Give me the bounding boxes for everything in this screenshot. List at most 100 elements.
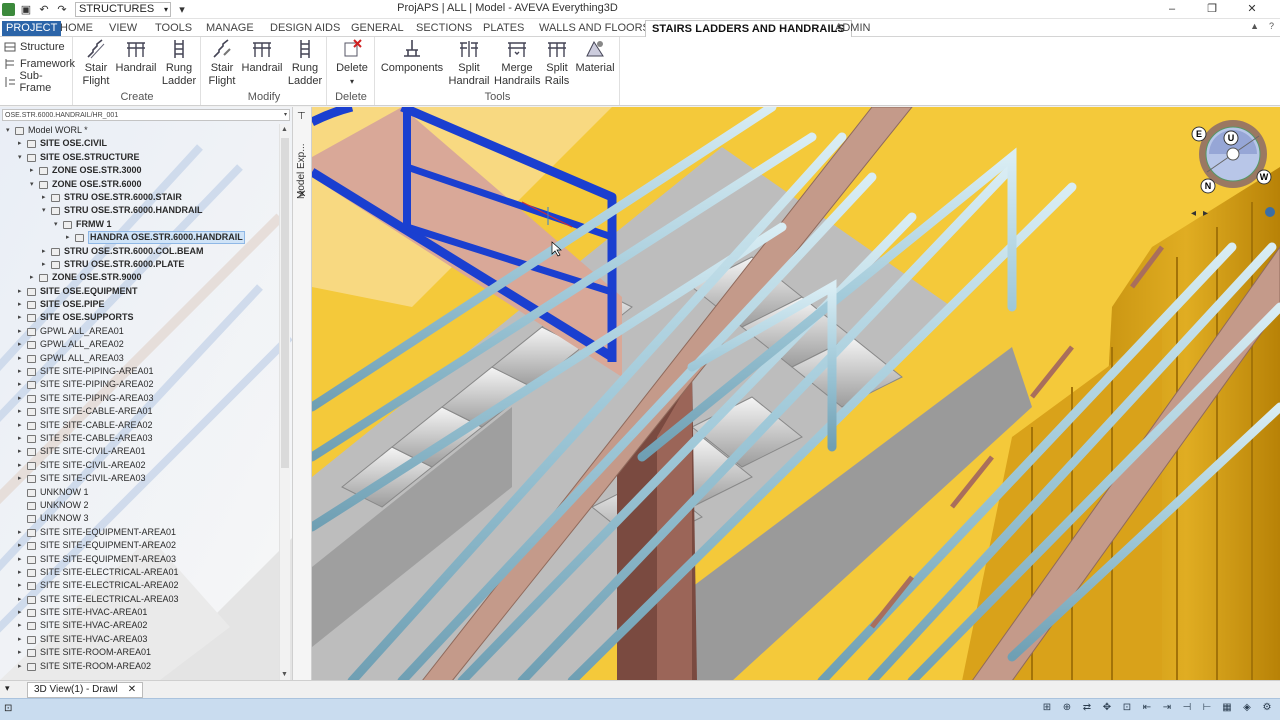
tab-view[interactable]: VIEW bbox=[103, 20, 143, 37]
measure-icon[interactable]: ⊣ bbox=[1180, 702, 1194, 716]
minimize-button[interactable]: – bbox=[1152, 1, 1192, 17]
3d-scene[interactable] bbox=[312, 107, 1280, 681]
modify-handrail-button[interactable]: Handrail bbox=[240, 38, 284, 75]
components-button[interactable]: Components bbox=[380, 38, 444, 75]
delete-dropdown-icon[interactable]: ▾ bbox=[350, 77, 354, 86]
collapse-arrow-icon[interactable]: ▸ bbox=[42, 258, 46, 271]
tree-node[interactable]: UNKNOW 2 bbox=[0, 499, 280, 512]
collapse-arrow-icon[interactable]: ▸ bbox=[66, 231, 70, 244]
help-icon[interactable]: ? bbox=[1269, 21, 1274, 31]
tree-node[interactable]: ▸ SITE SITE-ELECTRICAL-AREA03 bbox=[0, 593, 280, 606]
current-element-combo[interactable]: OSE.STR.6000.HANDRAIL/HR_001 ▾ bbox=[2, 109, 290, 121]
collapse-arrow-icon[interactable]: ▸ bbox=[18, 445, 22, 458]
collapse-arrow-icon[interactable]: ▸ bbox=[18, 660, 22, 673]
tab-admin[interactable]: ADMIN bbox=[829, 20, 876, 37]
minimize-ribbon-icon[interactable]: ▲ bbox=[1250, 21, 1259, 31]
expand-arrow-icon[interactable]: ▾ bbox=[42, 204, 46, 217]
tree-node[interactable]: ▾ FRMW 1 bbox=[0, 218, 280, 231]
settings-icon[interactable]: ⚙ bbox=[1260, 702, 1274, 716]
subframe-button[interactable]: Sub-Frame bbox=[4, 70, 72, 94]
tree-node[interactable]: UNKNOW 3 bbox=[0, 512, 280, 525]
tree-node[interactable]: ▸ GPWL ALL_AREA01 bbox=[0, 325, 280, 338]
scroll-thumb[interactable] bbox=[281, 138, 289, 468]
tab-home[interactable]: HOME bbox=[54, 20, 99, 37]
modify-rung-ladder-button[interactable]: Rung Ladder bbox=[286, 38, 324, 88]
collapse-arrow-icon[interactable]: ▸ bbox=[42, 245, 46, 258]
collapse-arrow-icon[interactable]: ▸ bbox=[18, 526, 22, 539]
expand-arrow-icon[interactable]: ▾ bbox=[6, 124, 10, 137]
tree-node[interactable]: ▸ STRU OSE.STR.6000.STAIR bbox=[0, 191, 280, 204]
viewcube-menu-icon[interactable] bbox=[1265, 207, 1275, 217]
material-button[interactable]: Material bbox=[573, 38, 617, 75]
collapse-arrow-icon[interactable]: ▸ bbox=[18, 405, 22, 418]
tree-node[interactable]: ▸ SITE OSE.EQUIPMENT bbox=[0, 285, 280, 298]
tree-node[interactable]: ▸ SITE SITE-CIVIL-AREA01 bbox=[0, 445, 280, 458]
tree-node[interactable]: ▸ SITE SITE-ROOM-AREA01 bbox=[0, 646, 280, 659]
tab-plates[interactable]: PLATES bbox=[477, 20, 530, 37]
viewcube-w-label[interactable]: W bbox=[1260, 172, 1269, 182]
create-handrail-button[interactable]: Handrail bbox=[114, 38, 158, 75]
tree-node[interactable]: ▸ SITE SITE-EQUIPMENT-AREA01 bbox=[0, 526, 280, 539]
collapse-arrow-icon[interactable]: ▸ bbox=[18, 633, 22, 646]
select-icon[interactable]: ⊞ bbox=[1040, 702, 1054, 716]
clip-icon[interactable]: ⊡ bbox=[1120, 702, 1134, 716]
collapse-arrow-icon[interactable]: ▸ bbox=[30, 164, 34, 177]
grid-icon[interactable]: ▦ bbox=[1220, 702, 1234, 716]
tree-node[interactable]: ▸ SITE SITE-ELECTRICAL-AREA02 bbox=[0, 579, 280, 592]
collapse-arrow-icon[interactable]: ▸ bbox=[18, 419, 22, 432]
expand-arrow-icon[interactable]: ▾ bbox=[54, 218, 58, 231]
tree-node[interactable]: ▾ ZONE OSE.STR.6000 bbox=[0, 178, 280, 191]
tree-node[interactable]: ▸ SITE OSE.PIPE bbox=[0, 298, 280, 311]
merge-handrails-button[interactable]: Merge Handrails bbox=[494, 38, 540, 88]
tree-node[interactable]: ▾ Model WORL * bbox=[0, 124, 280, 137]
tree-node[interactable]: ▸ SITE SITE-PIPING-AREA01 bbox=[0, 365, 280, 378]
tree-node[interactable]: ▸ GPWL ALL_AREA03 bbox=[0, 352, 280, 365]
collapse-arrow-icon[interactable]: ▸ bbox=[18, 619, 22, 632]
scroll-down-icon[interactable]: ▼ bbox=[281, 671, 288, 678]
collapse-arrow-icon[interactable]: ▸ bbox=[18, 352, 22, 365]
collapse-arrow-icon[interactable]: ▸ bbox=[30, 271, 34, 284]
3d-viewport[interactable]: E U N W ◂ ▸ bbox=[312, 107, 1280, 681]
collapse-arrow-icon[interactable]: ▸ bbox=[18, 459, 22, 472]
tree-node[interactable]: ▸ SITE SITE-CABLE-AREA03 bbox=[0, 432, 280, 445]
tree-node[interactable]: ▸ SITE OSE.CIVIL bbox=[0, 137, 280, 150]
tab-walls-and-floors[interactable]: WALLS AND FLOORS bbox=[533, 20, 656, 37]
modify-stair-flight-button[interactable]: Stair Flight bbox=[204, 38, 240, 88]
tab-general[interactable]: GENERAL bbox=[345, 20, 410, 37]
tab-tools[interactable]: TOOLS bbox=[149, 20, 198, 37]
explorer-scrollbar[interactable]: ▲ ▼ bbox=[279, 124, 290, 680]
structure-button[interactable]: Structure bbox=[4, 38, 65, 55]
tree-node[interactable]: ▸ SITE SITE-EQUIPMENT-AREA03 bbox=[0, 553, 280, 566]
delete-button[interactable]: Delete ▾ bbox=[332, 38, 372, 88]
doc-tabs-menu-icon[interactable]: ▾ bbox=[5, 683, 10, 694]
tree-node[interactable]: UNKNOW 1 bbox=[0, 486, 280, 499]
collapse-arrow-icon[interactable]: ▸ bbox=[18, 325, 22, 338]
restore-button[interactable]: ❐ bbox=[1192, 1, 1232, 17]
collapse-arrow-icon[interactable]: ▸ bbox=[42, 191, 46, 204]
tree-node[interactable]: ▸ SITE SITE-ROOM-AREA02 bbox=[0, 660, 280, 673]
tree-node[interactable]: ▸ SITE SITE-ELECTRICAL-AREA01 bbox=[0, 566, 280, 579]
collapse-arrow-icon[interactable]: ▸ bbox=[18, 646, 22, 659]
collapse-arrow-icon[interactable]: ▸ bbox=[18, 539, 22, 552]
tab-sections[interactable]: SECTIONS bbox=[410, 20, 478, 37]
tab-stairs-ladders-handrails[interactable]: STAIRS LADDERS AND HANDRAILS bbox=[645, 20, 852, 37]
collapse-arrow-icon[interactable]: ▸ bbox=[18, 285, 22, 298]
rotate-left-icon[interactable]: ◂ bbox=[1191, 208, 1196, 219]
tree-node[interactable]: ▸ ZONE OSE.STR.9000 bbox=[0, 271, 280, 284]
expand-arrow-icon[interactable]: ▾ bbox=[18, 151, 22, 164]
view-mode-icon[interactable]: ◈ bbox=[1240, 702, 1254, 716]
tree-node[interactable]: ▸ SITE SITE-CIVIL-AREA03 bbox=[0, 472, 280, 485]
collapse-arrow-icon[interactable]: ▸ bbox=[18, 606, 22, 619]
collapse-arrow-icon[interactable]: ▸ bbox=[18, 298, 22, 311]
tree-node[interactable]: ▸ SITE OSE.SUPPORTS bbox=[0, 311, 280, 324]
collapse-arrow-icon[interactable]: ▸ bbox=[18, 579, 22, 592]
tab-project[interactable]: PROJECT bbox=[2, 21, 62, 36]
tree-node[interactable]: ▸ SITE SITE-HVAC-AREA02 bbox=[0, 619, 280, 632]
viewcube-n-label[interactable]: N bbox=[1205, 181, 1212, 191]
tree-node[interactable]: ▸ SITE SITE-PIPING-AREA03 bbox=[0, 392, 280, 405]
pan-icon[interactable]: ✥ bbox=[1100, 702, 1114, 716]
viewcube-u-label[interactable]: U bbox=[1228, 133, 1235, 143]
rotate-right-icon[interactable]: ▸ bbox=[1203, 208, 1208, 219]
tree-node[interactable]: ▸ SITE SITE-CIVIL-AREA02 bbox=[0, 459, 280, 472]
pin-icon[interactable]: ⊤ bbox=[297, 111, 306, 122]
